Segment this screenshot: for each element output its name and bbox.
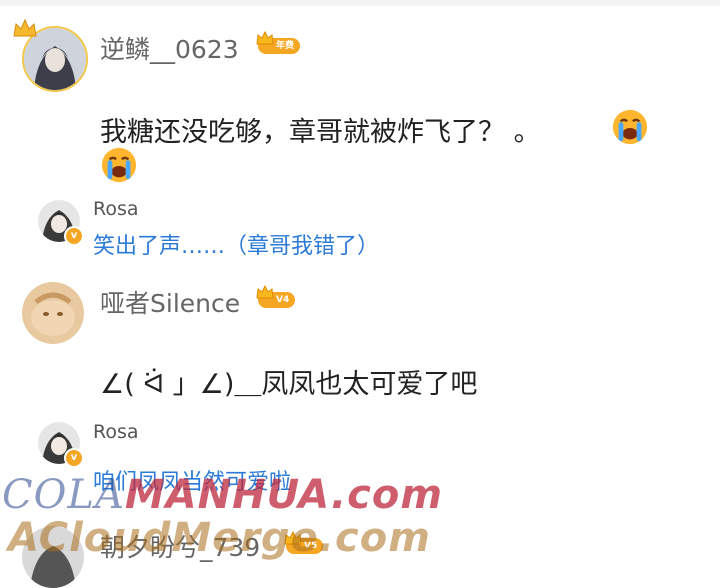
vip-level-badge: V4 xyxy=(256,285,296,308)
avatar[interactable] xyxy=(22,282,84,344)
reply-username[interactable]: Rosa xyxy=(93,421,139,443)
username[interactable]: 逆鳞__0623 xyxy=(100,30,239,66)
badge-label: V4 xyxy=(276,295,290,305)
watermark-part-a: COLA xyxy=(2,472,125,518)
comment-text: ∠( ᐛ 」∠)＿凤凤也太可爱了吧 xyxy=(100,369,478,400)
comment-text-body: 我糖还没吃够，章哥就被炸飞了？ 。 xyxy=(100,117,541,148)
watermark-line-2: ACloudMerge.com xyxy=(8,515,431,561)
crown-icon xyxy=(256,31,274,45)
username[interactable]: 哑者Silence xyxy=(100,284,240,320)
crown-icon xyxy=(256,285,274,299)
loudly-crying-face-icon xyxy=(612,109,648,145)
verified-v-icon: v xyxy=(64,226,84,246)
crown-icon xyxy=(13,18,37,37)
annual-vip-badge: 年费 xyxy=(256,31,301,54)
comment-text: 我糖还没吃够，章哥就被炸飞了？ 。 xyxy=(100,110,541,149)
loudly-crying-face-icon xyxy=(101,147,137,183)
reply-text: 笑出了声……（章哥我错了） xyxy=(93,234,380,259)
badge-label: 年费 xyxy=(276,41,295,51)
watermark-part-b: MANHUA.com xyxy=(124,472,444,518)
verified-v-icon: v xyxy=(64,448,84,468)
reply-username[interactable]: Rosa xyxy=(93,198,139,220)
watermark-line-1: COLAMANHUA.com xyxy=(2,472,443,518)
top-divider xyxy=(0,0,720,6)
